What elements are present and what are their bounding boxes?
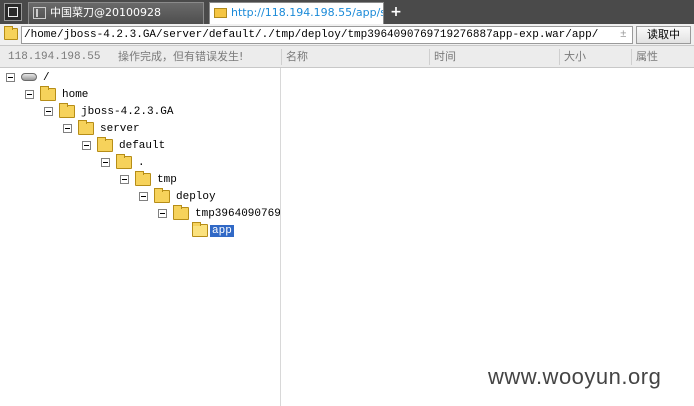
folder-icon (40, 86, 56, 101)
column-header-name[interactable]: 名称 (281, 49, 429, 65)
folder-icon (135, 171, 151, 186)
path-input[interactable]: /home/jboss-4.2.3.GA/server/default/./tm… (21, 26, 633, 44)
selected-label: app (210, 225, 234, 237)
column-header-attributes[interactable]: 属性 (631, 49, 691, 65)
collapse-icon[interactable] (139, 192, 148, 201)
tree-node-label: tmp (157, 174, 177, 186)
host-address: 118.194.198.55 (8, 51, 101, 63)
tree-node-label: tmp39640907697197 (195, 208, 280, 220)
collapse-icon[interactable] (44, 107, 53, 116)
tree-node-app[interactable]: app (0, 222, 280, 239)
collapse-icon[interactable] (6, 73, 15, 82)
status-header-row: 118.194.198.55 操作完成，但有错误发生! 名称 时间 大小 属性 (0, 46, 694, 68)
tree-node-label: home (62, 89, 89, 101)
tab-label: 中国菜刀@20100928 (50, 6, 161, 19)
watermark: www.wooyun.org (488, 364, 662, 389)
pane-divider[interactable] (280, 68, 281, 406)
tree-node-label-selected: app (210, 223, 234, 239)
collapse-icon[interactable] (63, 124, 72, 133)
folder-icon (116, 154, 132, 169)
tab-label: http://118.194.198.55/app/s... (231, 6, 384, 19)
collapse-icon[interactable] (158, 209, 167, 218)
folder-icon (97, 137, 113, 152)
tree-node-label: deploy (176, 191, 216, 203)
read-button[interactable]: 读取中 (636, 26, 691, 44)
directory-tree: / home jboss-4.2.3.GA server default . t… (0, 68, 280, 406)
new-tab-button[interactable]: + (388, 3, 404, 21)
collapse-icon[interactable] (101, 158, 110, 167)
collapse-icon[interactable] (82, 141, 91, 150)
folder-icon (78, 120, 94, 135)
tab-bar: 中国菜刀@20100928 http://118.194.198.55/app/… (0, 0, 694, 24)
path-text: /home/jboss-4.2.3.GA/server/default/./tm… (24, 29, 599, 41)
status-message: 操作完成，但有错误发生! (118, 50, 244, 63)
app-icon (33, 7, 46, 19)
folder-icon (214, 8, 227, 18)
folder-icon (4, 26, 18, 40)
tree-node-label: . (138, 157, 145, 169)
column-header-time[interactable]: 时间 (429, 49, 559, 65)
folder-icon (173, 205, 189, 220)
collapse-icon[interactable] (120, 175, 129, 184)
tab-caidao[interactable]: 中国菜刀@20100928 (28, 2, 204, 24)
drive-icon (21, 73, 37, 81)
tree-node-label: default (119, 140, 166, 152)
tree-node-label: / (43, 72, 50, 84)
tree-node-label: jboss-4.2.3.GA (81, 106, 174, 118)
window-menu-button[interactable] (4, 3, 22, 21)
tree-node-label: server (100, 123, 140, 135)
folder-icon (59, 103, 75, 118)
window-icon (8, 7, 18, 17)
column-header-size[interactable]: 大小 (559, 49, 631, 65)
address-bar: /home/jboss-4.2.3.GA/server/default/./tm… (0, 24, 694, 46)
folder-open-icon (192, 222, 208, 237)
tree-node-war[interactable]: tmp39640907697197 (158, 205, 280, 222)
tab-remote-files[interactable]: http://118.194.198.55/app/s... (209, 2, 384, 24)
pin-icon[interactable]: ± (620, 27, 627, 43)
folder-icon (154, 188, 170, 203)
collapse-icon[interactable] (25, 90, 34, 99)
